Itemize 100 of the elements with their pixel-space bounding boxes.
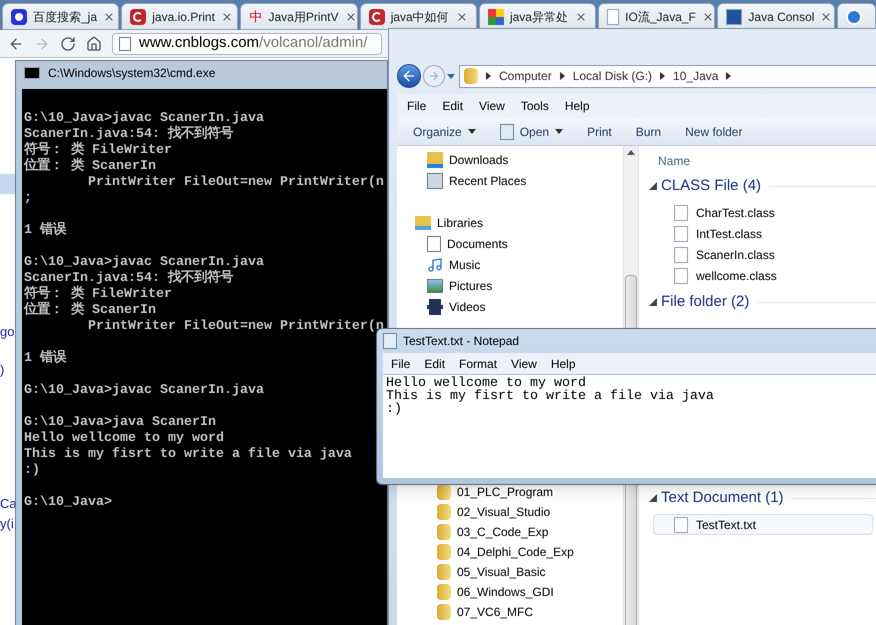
browser-tab[interactable]: 百度搜索_ja	[2, 3, 120, 30]
folder-icon	[464, 68, 478, 84]
recent-places-icon	[427, 172, 443, 188]
close-icon[interactable]	[456, 10, 468, 22]
nav-item[interactable]: Music	[449, 256, 480, 274]
nav-item[interactable]: Videos	[449, 298, 486, 316]
address-bar[interactable]: Computer Local Disk (G:) 10_Java	[459, 64, 876, 88]
menu-item[interactable]: Format	[459, 354, 498, 372]
home-icon[interactable]	[86, 36, 102, 52]
folder-icon	[437, 584, 451, 600]
browser-tab[interactable]: Java Consol	[717, 3, 835, 30]
text-line: Hello wellcome to my word	[386, 377, 587, 390]
browser-tab[interactable]: java中如何	[360, 3, 477, 30]
toolbar-button[interactable]: Print	[587, 122, 612, 140]
console-line: G:\10_Java>	[24, 495, 113, 511]
arrow-icon[interactable]	[660, 72, 666, 80]
document-icon	[427, 236, 441, 252]
breadcrumb[interactable]: Local Disk (G:)	[572, 67, 652, 85]
console-line: This is my fisrt to write a file via java	[24, 447, 353, 463]
caret-icon[interactable]	[468, 129, 476, 134]
nav-item[interactable]: 07_VC6_MFC	[457, 603, 534, 621]
nav-item[interactable]: Downloads	[449, 150, 508, 168]
nav-item[interactable]: Libraries	[437, 214, 484, 232]
menu-item[interactable]: Edit	[424, 354, 446, 372]
console-line: 1 错误	[24, 351, 68, 367]
browser-tab[interactable]: 中 Java用PrintV	[240, 3, 358, 30]
nav-item[interactable]: Pictures	[449, 276, 492, 294]
group-header[interactable]: Text Document (1)	[661, 486, 784, 510]
menu-item[interactable]: Help	[550, 354, 576, 372]
group-header[interactable]: CLASS File (4)	[661, 174, 762, 198]
console-line: ScanerIn.java:54: 找不到符号	[24, 271, 234, 286]
browser-tab[interactable]: java异常处	[478, 3, 596, 30]
close-icon[interactable]	[344, 10, 356, 22]
toolbar-button[interactable]: New folder	[685, 122, 742, 140]
browser-tab[interactable]	[836, 3, 876, 30]
list-item[interactable]: CharTest.class	[653, 202, 873, 223]
file-icon	[674, 516, 688, 532]
column-header[interactable]: Name	[658, 152, 690, 170]
film-icon	[427, 298, 443, 314]
close-icon[interactable]	[575, 10, 588, 22]
menu-item[interactable]: File	[391, 354, 410, 372]
back-arrow-icon	[401, 68, 417, 84]
nav-item[interactable]: 03_C_Code_Exp	[457, 523, 548, 541]
file-icon	[674, 268, 688, 284]
folder-icon	[437, 484, 451, 500]
toolbar-button[interactable]: Organize	[413, 122, 476, 140]
nav-item[interactable]: Recent Places	[449, 172, 526, 190]
nav-item[interactable]: Documents	[447, 234, 508, 252]
file-icon	[674, 204, 688, 220]
close-icon[interactable]	[820, 10, 832, 22]
toolbar-button[interactable]: Open	[500, 122, 564, 140]
nav-item[interactable]: 02_Visual_Studio	[457, 503, 550, 521]
arrow-icon[interactable]	[486, 72, 491, 80]
picture-icon	[427, 278, 443, 292]
list-item[interactable]: IntTest.class	[653, 223, 873, 244]
address-field[interactable]: www.cnblogs.com/volcanol/admin/	[112, 32, 382, 54]
arrow-icon[interactable]	[726, 72, 732, 80]
menu-item[interactable]: Edit	[442, 97, 464, 115]
menu-item[interactable]: Tools	[520, 97, 549, 115]
console-line: 1 错误	[24, 223, 68, 239]
nav-item[interactable]: 05_Visual_Basic	[457, 563, 546, 581]
close-icon[interactable]	[103, 10, 116, 22]
list-item[interactable]: wellcome.class	[653, 265, 873, 286]
text-editor[interactable]: Hello wellcome to my word This is my fisrt to write a file via java :)	[383, 375, 876, 478]
close-icon[interactable]	[702, 10, 714, 22]
nav-item[interactable]: 01_PLC_Program	[457, 483, 554, 501]
back-button[interactable]	[397, 64, 421, 88]
console-line: PrintWriter FileOut=new PrintWriter(n	[86, 319, 385, 335]
list-item[interactable]: ScanerIn.class	[653, 244, 873, 265]
console-line: G:\10_Java>javac ScanerIn.java	[24, 111, 265, 126]
file-icon	[674, 226, 688, 242]
breadcrumb[interactable]: 10_Java	[673, 67, 718, 85]
browser-tab[interactable]: IO流_Java_F	[598, 3, 716, 30]
caret-icon[interactable]	[555, 129, 564, 134]
browser-tab[interactable]: java.io.Print	[121, 3, 238, 30]
nav-item[interactable]: 04_Delphi_Code_Exp	[457, 543, 574, 561]
console-line: 位置： 类 ScanerIn	[24, 303, 157, 319]
menu-item[interactable]: View	[479, 97, 505, 115]
collapse-triangle-icon	[649, 494, 657, 502]
nav-item[interactable]: 06_Windows_GDI	[457, 583, 554, 601]
menu-item[interactable]: View	[511, 354, 537, 372]
menu-item[interactable]: File	[407, 97, 426, 115]
menu-item[interactable]: Help	[564, 97, 590, 115]
c-logo-icon	[130, 8, 146, 24]
toolbar-button[interactable]: Burn	[636, 122, 662, 140]
folder-icon	[437, 544, 451, 560]
console-line: G:\10_Java>java ScanerIn	[24, 415, 217, 431]
arrow-icon[interactable]	[560, 72, 565, 80]
group-header[interactable]: File folder (2)	[661, 290, 750, 314]
url-text: www.cnblogs.com/volcanol/admin/	[139, 33, 368, 54]
breadcrumb[interactable]: Computer	[499, 67, 552, 85]
page-text: )	[0, 361, 4, 379]
console-line: 符号： 类 FileWriter	[24, 287, 173, 302]
list-item[interactable]: TestText.txt	[653, 514, 873, 535]
round-logo-icon	[846, 8, 862, 24]
collapse-triangle-icon	[649, 298, 657, 306]
close-icon[interactable]	[220, 10, 233, 22]
tab-glyph: 中	[249, 10, 262, 23]
forward-arrow-icon	[428, 70, 440, 82]
reload-icon[interactable]	[60, 36, 76, 52]
